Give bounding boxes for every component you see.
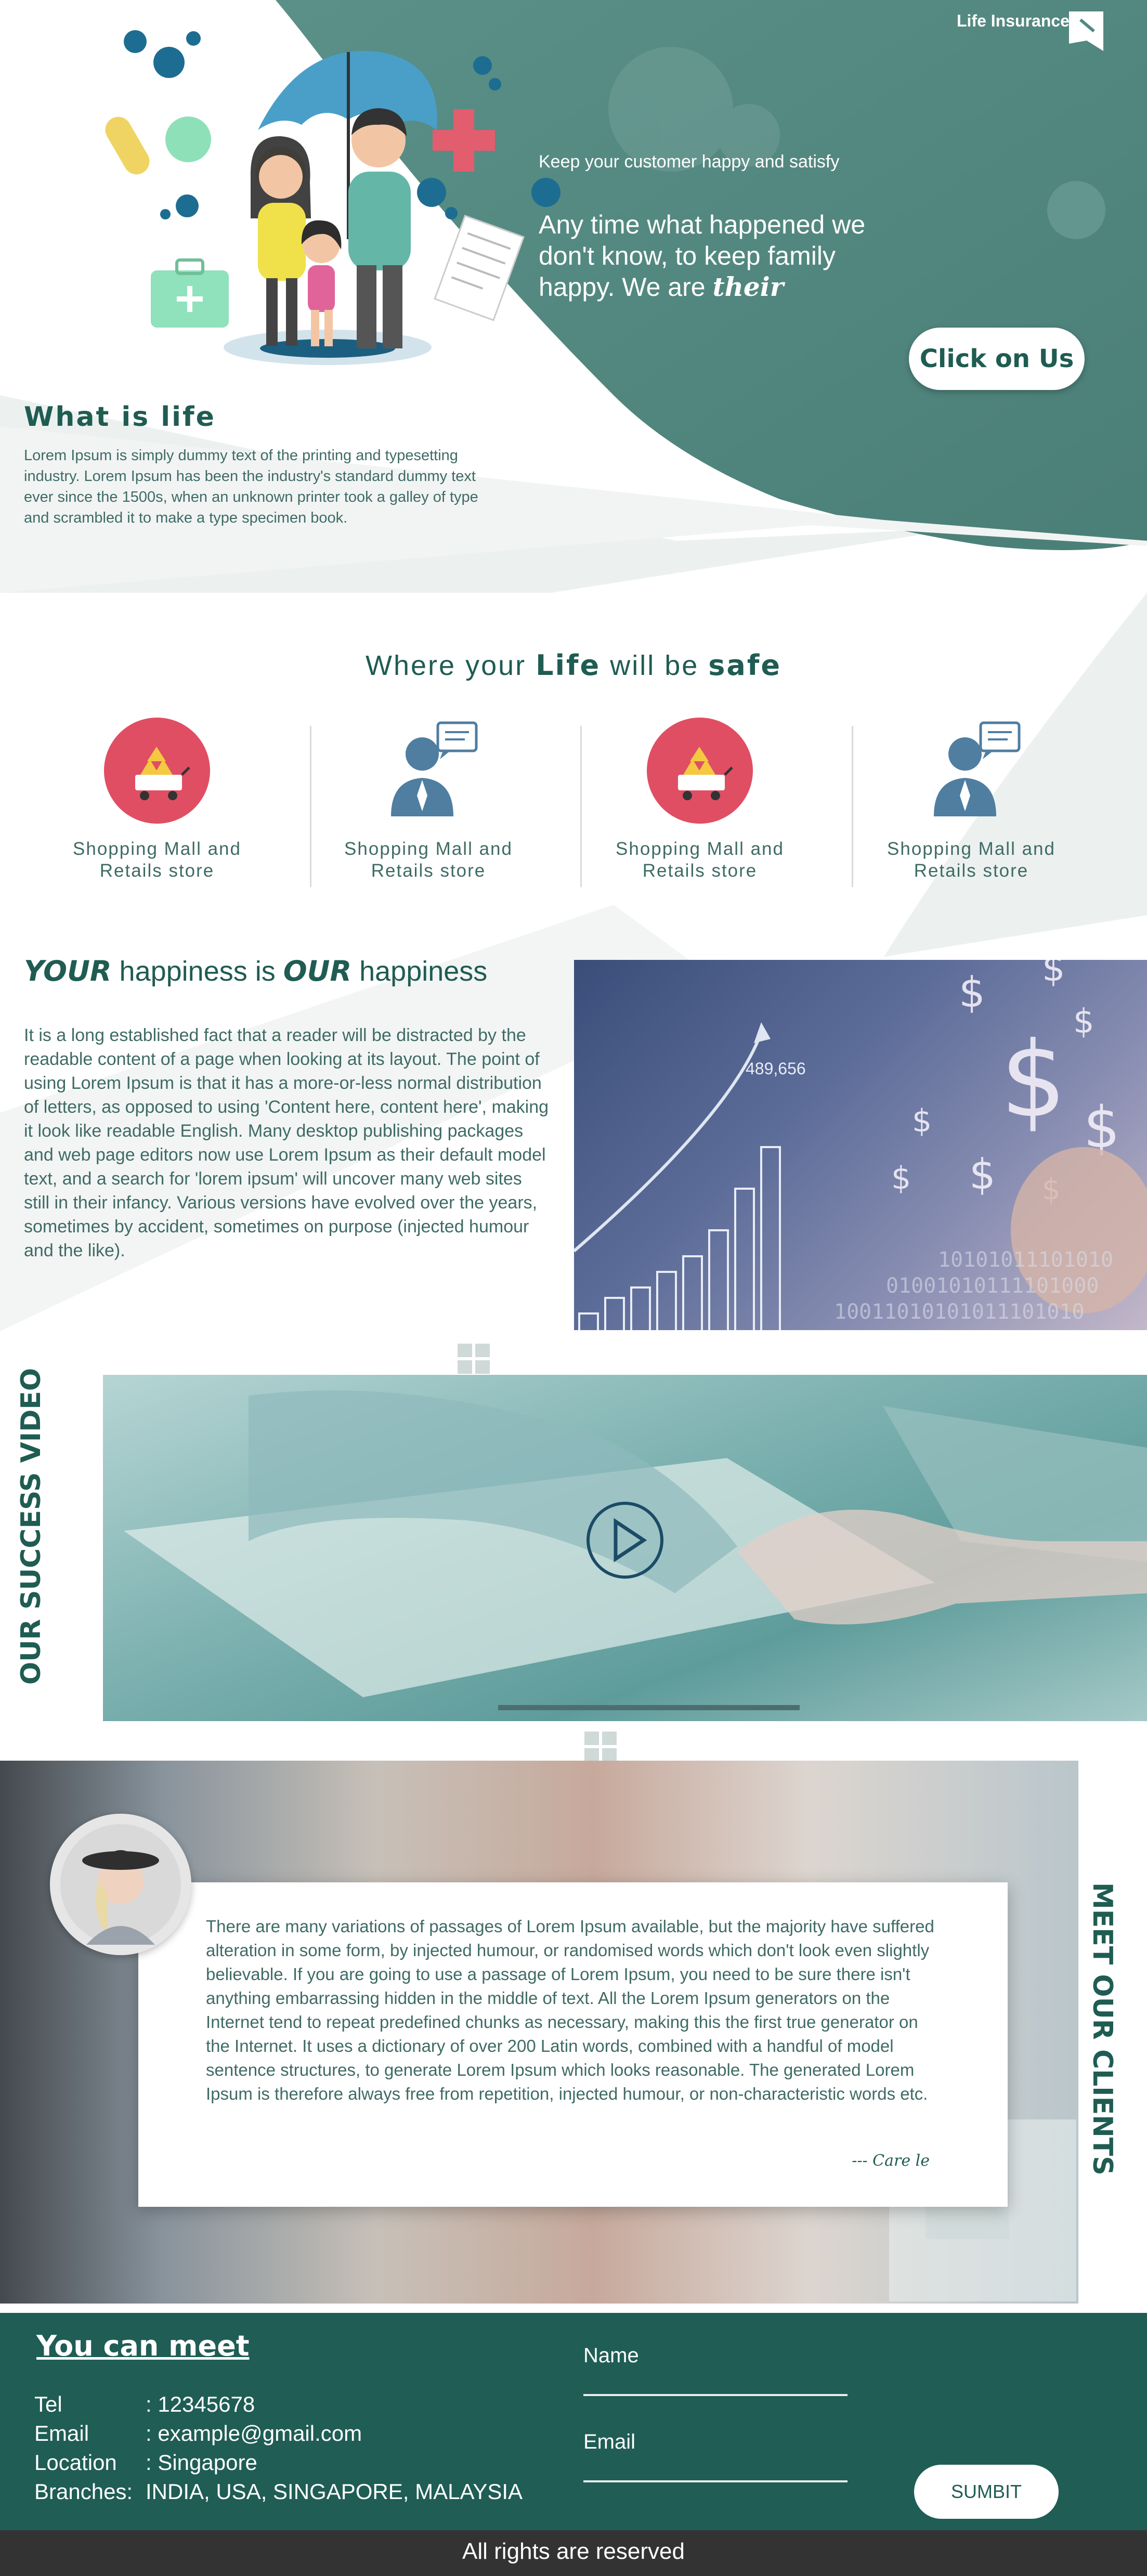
businessman-chat-icon [918, 718, 1024, 824]
what-is-life-body: Lorem Ipsum is simply dummy text of the … [24, 447, 478, 526]
contact-row-location: Location : Singapore [34, 2450, 257, 2475]
feature-label-line2: Retails store [99, 861, 215, 881]
contact-title: You can meet [36, 2330, 250, 2362]
client-avatar [50, 1814, 191, 1955]
submit-button[interactable]: SUMBIT [914, 2465, 1059, 2519]
photo-number: 489,656 [746, 1059, 806, 1078]
decorative-squares-icon [584, 1732, 617, 1762]
happiness-title-our: OUR [283, 955, 352, 987]
photo-binary-2: 01001010111101000 [886, 1274, 1099, 1298]
contact-value[interactable]: : 12345678 [146, 2392, 255, 2416]
decorative-squares-icon [458, 1344, 490, 1374]
contact-row-tel: Tel : 12345678 [34, 2392, 255, 2417]
hero-section: Life Insurance Keep your customer happy … [0, 0, 1147, 593]
happiness-title-mid: happiness is [119, 956, 276, 987]
safe-section-title: Where your Life will be safe [0, 649, 1147, 682]
contact-row-email: Email : example@gmail.com [34, 2421, 362, 2446]
photo-binary-3: 10011010101011101010 [834, 1300, 1085, 1324]
contact-key: Branches: [34, 2479, 133, 2504]
safe-title-pre: Where your [366, 650, 527, 681]
testimonial-card: There are many variations of passages of… [138, 1882, 1008, 2207]
feature-label-line2: Retails store [914, 861, 1029, 881]
feature-label-line1: Shopping Mall and [73, 839, 241, 859]
feature-card[interactable]: Shopping Mall and Retails store [836, 718, 1106, 889]
gold-cart-icon [647, 718, 753, 824]
happiness-title-your: YOUR [24, 955, 112, 987]
feature-label-line1: Shopping Mall and [344, 839, 513, 859]
contact-value[interactable]: : example@gmail.com [146, 2421, 362, 2445]
play-video-button[interactable] [586, 1502, 663, 1579]
meet-our-clients-label: MEET OUR CLIENTS [1087, 1882, 1118, 2176]
feature-card[interactable]: Shopping Mall and Retails store [22, 718, 292, 889]
hero-headline-emphasis: their [712, 271, 784, 302]
photo-binary-1: 10101011101010 [938, 1248, 1113, 1272]
email-label: Email [583, 2430, 636, 2453]
family-umbrella-illustration [105, 30, 561, 365]
contact-value: : Singapore [146, 2450, 257, 2475]
svg-text:$: $ [912, 1103, 932, 1139]
name-label: Name [583, 2344, 639, 2367]
feature-label-line2: Retails store [371, 861, 486, 881]
safe-title-life: Life [536, 649, 601, 682]
hero-tagline: Keep your customer happy and satisfy [539, 152, 840, 172]
safe-title-mid: will be [610, 650, 699, 681]
brand-name[interactable]: Life Insurance [957, 11, 1070, 31]
contact-key: Location [34, 2450, 117, 2475]
success-video-label: OUR SUCCESS VIDEO [16, 1368, 47, 1685]
svg-text:$: $ [1000, 1020, 1066, 1141]
testimonial-signature: --- Care le [852, 2152, 930, 2170]
safe-title-safe: safe [708, 649, 781, 682]
svg-text:$: $ [969, 1150, 996, 1199]
svg-text:$: $ [1042, 960, 1065, 990]
testimonial-text: There are many variations of passages of… [206, 1917, 934, 2103]
svg-text:$: $ [891, 1160, 911, 1196]
happiness-title: YOUR happiness is OUR happiness [24, 955, 487, 987]
contact-value: INDIA, USA, SINGAPORE, MALAYSIA [146, 2479, 523, 2504]
copyright-text: All rights are reserved [462, 2539, 685, 2564]
feature-card[interactable]: Shopping Mall and Retails store [565, 718, 835, 889]
gold-cart-icon [104, 718, 210, 824]
hero-headline-text: Any time what happened we don't know, to… [539, 210, 866, 302]
happiness-body: It is a long established fact that a rea… [24, 1025, 549, 1260]
businessman-chat-icon [375, 718, 481, 824]
contact-key: Email [34, 2421, 89, 2445]
email-field[interactable] [583, 2480, 848, 2482]
feature-label-line1: Shopping Mall and [887, 839, 1055, 859]
happiness-title-end: happiness [359, 956, 488, 987]
what-is-life-title: What is life [24, 401, 216, 433]
feature-label-line1: Shopping Mall and [616, 839, 784, 859]
contact-row-branches: Branches: INDIA, USA, SINGAPORE, MALAYSIA [34, 2479, 523, 2504]
hero-headline: Any time what happened we don't know, to… [539, 209, 913, 303]
svg-text:$: $ [1073, 1003, 1094, 1041]
brand-logo-icon [1069, 11, 1103, 51]
svg-text:$: $ [959, 968, 985, 1017]
finance-growth-photo: 489,656 $ $ $ $ $ $ $ $ $ 10101011101010… [574, 960, 1147, 1330]
contact-key: Tel [34, 2392, 62, 2416]
feature-label-line2: Retails store [642, 861, 758, 881]
name-field[interactable] [583, 2394, 848, 2396]
feature-card[interactable]: Shopping Mall and Retails store [293, 718, 564, 889]
play-icon [614, 1518, 647, 1563]
click-on-us-button[interactable]: Click on Us [909, 328, 1085, 390]
